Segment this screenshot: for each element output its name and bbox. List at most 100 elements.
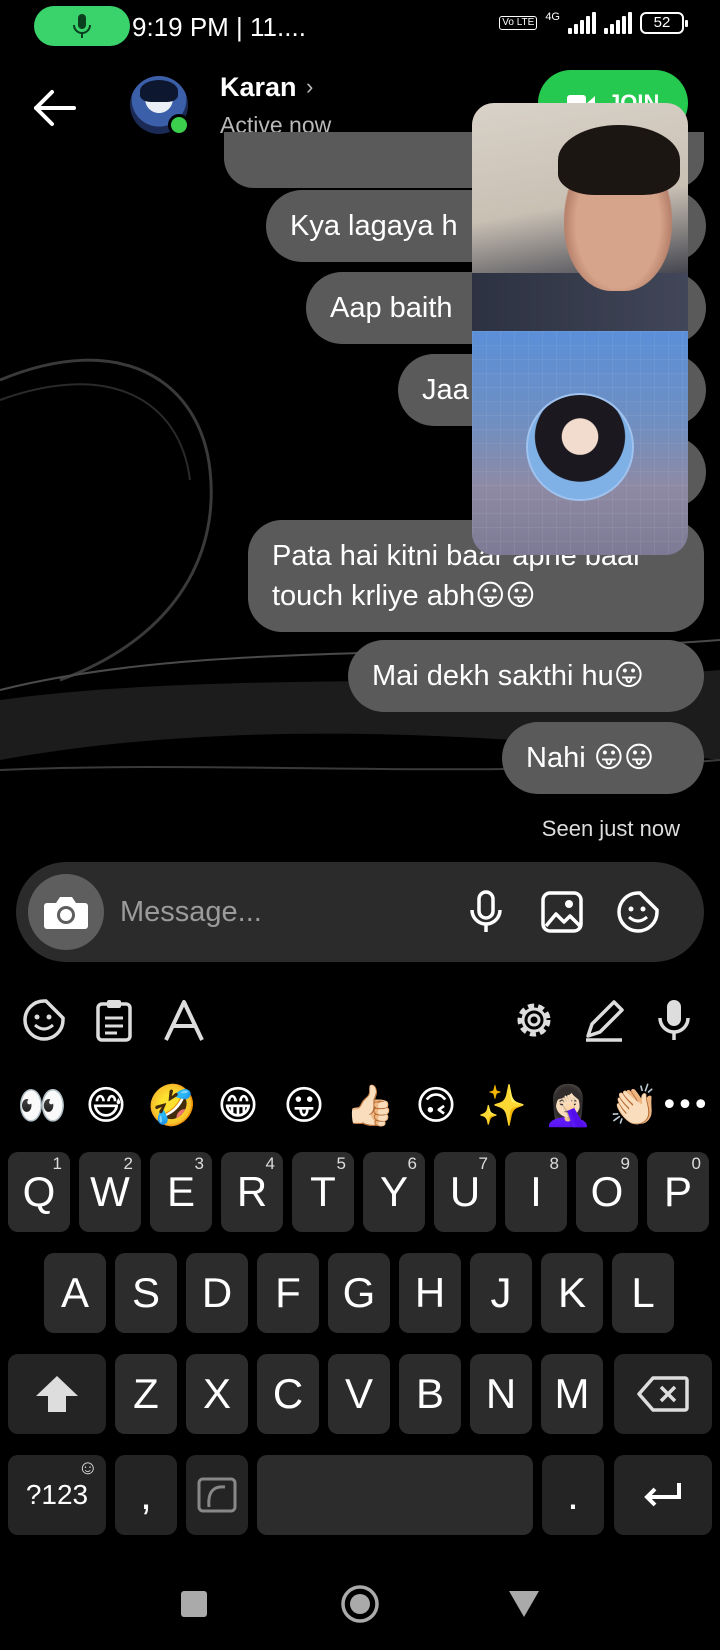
key-w[interactable]: W2 [79, 1152, 141, 1232]
gallery-button[interactable] [536, 886, 588, 938]
image-icon [541, 891, 583, 933]
emoji-suggestion[interactable]: 🤣 [142, 1076, 202, 1136]
network-type: 4G [545, 11, 560, 23]
key-i[interactable]: I8 [505, 1152, 567, 1232]
key-l[interactable]: L [612, 1253, 674, 1333]
emoji-suggestion[interactable]: 😅 [76, 1076, 136, 1136]
key-c[interactable]: C [257, 1354, 319, 1434]
key-h[interactable]: H [399, 1253, 461, 1333]
key-n[interactable]: N [470, 1354, 532, 1434]
key-j[interactable]: J [470, 1253, 532, 1333]
key-k[interactable]: K [541, 1253, 603, 1333]
voice-input-button[interactable] [648, 994, 700, 1046]
mic-icon [73, 14, 91, 38]
key-t[interactable]: T5 [292, 1152, 354, 1232]
emoji-suggestion[interactable]: 👍🏻 [340, 1076, 400, 1136]
home-button[interactable] [334, 1578, 386, 1630]
key-v[interactable]: V [328, 1354, 390, 1434]
more-emoji-icon[interactable]: ••• [654, 1076, 714, 1136]
backspace-key[interactable] [614, 1354, 712, 1434]
key-label: O [590, 1168, 624, 1215]
shift-key[interactable] [8, 1354, 106, 1434]
keyboard: 👀 😅 🤣 😁 😛 👍🏻 🙃 ✨ 🤦🏻‍♀️ 👏🏻 ••• Q1W2E3R4T5… [0, 980, 720, 1560]
key-e[interactable]: E3 [150, 1152, 212, 1232]
key-a[interactable]: A [44, 1253, 106, 1333]
chevron-right-icon[interactable]: › [306, 74, 313, 100]
triangle-down-icon [509, 1591, 539, 1617]
emoji-suggestion[interactable]: 😁 [208, 1076, 268, 1136]
key-number-hint: 9 [620, 1154, 630, 1173]
video-call-overlay[interactable] [472, 103, 688, 555]
key-o[interactable]: O9 [576, 1152, 638, 1232]
camera-button[interactable] [28, 874, 104, 950]
battery-icon: 52 [640, 12, 688, 34]
shift-arrow-icon [36, 1376, 78, 1412]
sticker-face-icon [23, 999, 65, 1041]
space-key[interactable] [257, 1455, 533, 1535]
back-nav-button[interactable] [498, 1578, 550, 1630]
key-r[interactable]: R4 [221, 1152, 283, 1232]
key-q[interactable]: Q1 [8, 1152, 70, 1232]
arrow-left-icon [34, 90, 76, 126]
key-number-hint: 2 [123, 1154, 133, 1173]
key-label: P [663, 1168, 692, 1215]
contact-name[interactable]: Karan [220, 72, 297, 103]
gear-icon [517, 1003, 551, 1037]
smiley-icon: ☺ [77, 1457, 98, 1479]
key-f[interactable]: F [257, 1253, 319, 1333]
message-bubble[interactable]: Mai dekh sakthi hu😛 [348, 640, 704, 712]
key-number-hint: 3 [194, 1154, 204, 1173]
sticker-button[interactable] [612, 886, 664, 938]
keyboard-settings-button[interactable] [508, 994, 560, 1046]
message-bubble[interactable]: Nahi 😛😛 [502, 722, 704, 794]
emoji-suggestion[interactable]: 👀 [12, 1076, 72, 1136]
status-bar: 9:19 PM | 11.... Vo LTE 4G 52 [0, 0, 720, 56]
emoji-suggestion[interactable]: 🙃 [406, 1076, 466, 1136]
key-label: U [449, 1168, 481, 1215]
key-d[interactable]: D [186, 1253, 248, 1333]
key-s[interactable]: S [115, 1253, 177, 1333]
pencil-icon [586, 1000, 624, 1042]
enter-arrow-icon [644, 1483, 681, 1507]
key-number-hint: 8 [549, 1154, 559, 1173]
message-composer [16, 862, 704, 962]
font-style-button[interactable] [158, 994, 210, 1046]
key-label: Q [22, 1168, 56, 1215]
symbols-key[interactable]: ?123 ☺ [8, 1455, 106, 1535]
key-label: E [166, 1168, 195, 1215]
key-number-hint: 0 [691, 1154, 701, 1173]
comma-key[interactable]: , [115, 1455, 177, 1535]
keyboard-sticker-button[interactable] [18, 994, 70, 1046]
handwriting-button[interactable] [578, 994, 630, 1046]
message-input[interactable] [120, 886, 420, 938]
back-button[interactable] [30, 84, 78, 132]
emoji-suggestion[interactable]: 🤦🏻‍♀️ [538, 1076, 598, 1136]
key-number-hint: 4 [265, 1154, 275, 1173]
sticker-icon [617, 891, 659, 933]
key-u[interactable]: U7 [434, 1152, 496, 1232]
remote-video [472, 103, 688, 333]
key-p[interactable]: P0 [647, 1152, 709, 1232]
key-z[interactable]: Z [115, 1354, 177, 1434]
self-video [472, 331, 688, 555]
language-key[interactable] [186, 1455, 248, 1535]
clipboard-icon [96, 1000, 132, 1042]
key-label: Y [379, 1168, 408, 1215]
font-icon [164, 1000, 204, 1041]
emoji-suggestions: 👀 😅 🤣 😁 😛 👍🏻 🙃 ✨ 🤦🏻‍♀️ 👏🏻 ••• [0, 1076, 720, 1136]
key-g[interactable]: G [328, 1253, 390, 1333]
enter-key[interactable] [614, 1455, 712, 1535]
key-b[interactable]: B [399, 1354, 461, 1434]
backspace-icon [637, 1376, 689, 1412]
recents-button[interactable] [168, 1578, 220, 1630]
key-x[interactable]: X [186, 1354, 248, 1434]
key-m[interactable]: M [541, 1354, 603, 1434]
period-key[interactable]: . [542, 1455, 604, 1535]
emoji-suggestion[interactable]: 😛 [274, 1076, 334, 1136]
mic-indicator[interactable] [34, 6, 130, 46]
voice-message-button[interactable] [460, 886, 512, 938]
key-y[interactable]: Y6 [363, 1152, 425, 1232]
microphone-icon [470, 890, 502, 932]
clipboard-button[interactable] [88, 994, 140, 1046]
emoji-suggestion[interactable]: ✨ [472, 1076, 532, 1136]
